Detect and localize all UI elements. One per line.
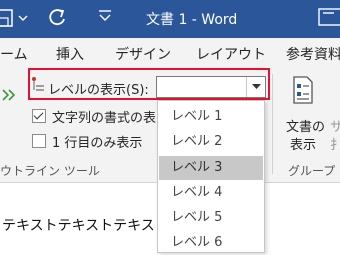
- level-option-5[interactable]: レベル 5: [159, 206, 263, 230]
- tab-insert[interactable]: 挿入: [56, 44, 84, 64]
- level-option-6[interactable]: レベル 6: [159, 231, 263, 255]
- show-document-label-line2[interactable]: 表示: [290, 134, 316, 153]
- customize-qat-icon[interactable]: [96, 6, 114, 24]
- document-body-text[interactable]: テキストテキストテキスト: [2, 215, 169, 235]
- level-option-2[interactable]: レベル 2: [159, 130, 263, 154]
- tab-home[interactable]: ーム: [0, 44, 28, 64]
- sub-document-label-fragment[interactable]: サ: [330, 116, 340, 135]
- level-dropdown-list: レベル 1 レベル 2 レベル 3 レベル 4 レベル 5 レベル 6: [157, 100, 265, 253]
- show-first-line-label: 1 行目のみ表示: [52, 136, 143, 151]
- sub-document-label-fragment-2[interactable]: 扌: [330, 134, 340, 153]
- promote-arrows-icon[interactable]: [2, 89, 16, 101]
- group-outline-tools-label: ウトライン ツール: [0, 164, 100, 178]
- redo-icon[interactable]: [46, 6, 68, 28]
- level-option-3[interactable]: レベル 3: [159, 156, 263, 180]
- show-text-formatting-checkbox[interactable]: [32, 109, 46, 123]
- group-separator: [272, 74, 273, 174]
- ribbon-display-options-icon[interactable]: [316, 6, 340, 28]
- tab-layout[interactable]: レイアウト: [196, 44, 266, 64]
- undo-dropdown-icon[interactable]: [18, 14, 28, 22]
- group-master-document-label: グループ: [288, 164, 336, 178]
- window-title: 文書 1 - Word: [146, 12, 238, 28]
- annotation-highlight-box: [28, 68, 270, 100]
- save-icon[interactable]: [0, 8, 14, 28]
- tab-design[interactable]: デザイン: [115, 44, 171, 64]
- level-option-4[interactable]: レベル 4: [159, 181, 263, 205]
- ribbon-tabs: ーム 挿入 デザイン レイアウト 参考資料: [0, 38, 340, 68]
- tab-references[interactable]: 参考資料: [286, 44, 340, 64]
- show-document-label-line1[interactable]: 文書の: [286, 116, 325, 135]
- show-first-line-checkbox[interactable]: [32, 134, 46, 148]
- level-option-1[interactable]: レベル 1: [159, 105, 263, 129]
- show-document-icon[interactable]: [289, 74, 317, 106]
- show-text-formatting-label: 文字列の書式の表: [52, 111, 157, 126]
- title-bar: 文書 1 - Word: [0, 0, 340, 38]
